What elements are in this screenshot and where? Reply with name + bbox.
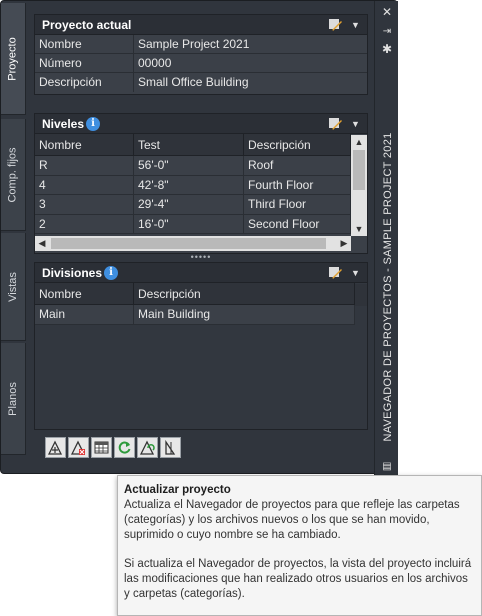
auto-hide-icon[interactable]: ⇥ <box>380 24 394 38</box>
cell: 3 <box>35 195 134 214</box>
tab-comp-fijos[interactable]: Comp. fijos <box>1 119 26 231</box>
column-header[interactable]: Nombre <box>35 134 134 155</box>
current-project-section: Proyecto actual ▼ Nombre Sample Project 2… <box>34 14 368 95</box>
property-key: Descripción <box>35 73 134 92</box>
menu-icon[interactable]: ▤ <box>380 459 394 473</box>
cell: Fourth Floor <box>244 175 351 194</box>
add-level-icon <box>47 440 63 455</box>
property-value[interactable]: Sample Project 2021 <box>134 35 367 53</box>
table-row[interactable]: 3 29'-4" Third Floor <box>35 195 351 215</box>
cell: 2 <box>35 214 134 233</box>
elevation-button[interactable] <box>160 437 181 458</box>
tooltip-title: Actualizar proyecto <box>124 484 231 496</box>
levels-header: Niveles i ▼ <box>35 114 367 134</box>
divisions-table-header: Nombre Descripción <box>35 283 355 305</box>
cell: 29'-4" <box>134 195 244 214</box>
repath-button[interactable] <box>137 437 158 458</box>
edit-icon[interactable] <box>327 17 343 33</box>
chevron-down-icon[interactable]: ▼ <box>351 119 361 129</box>
cell: R <box>35 156 134 175</box>
refresh-icon <box>118 441 131 454</box>
cell: 16'-0" <box>134 214 244 233</box>
table-button[interactable] <box>91 437 112 458</box>
info-icon[interactable]: i <box>104 265 119 280</box>
scroll-up-icon[interactable]: ▲ <box>351 135 367 149</box>
cell: Second Floor <box>244 214 351 233</box>
scroll-thumb[interactable] <box>353 150 365 190</box>
table-row[interactable]: 4 42'-8" Fourth Floor <box>35 175 351 195</box>
current-project-header: Proyecto actual ▼ <box>35 15 367 35</box>
bottom-toolbar <box>45 437 181 458</box>
levels-table-header: Nombre Test Descripción <box>35 134 351 156</box>
scroll-left-icon[interactable]: ◀ <box>35 236 49 251</box>
panel-splitter[interactable]: ••••• <box>34 253 368 262</box>
section-title: Niveles <box>42 116 85 131</box>
elevation-icon <box>165 439 176 455</box>
palette-content: Proyecto actual ▼ Nombre Sample Project 2… <box>26 3 374 471</box>
project-navigator-palette: Proyecto Comp. fijos Vistas Planos Proye… <box>0 0 398 475</box>
palette-title: NAVEGADOR DE PROYECTOS - SAMPLE PROJECT … <box>382 132 394 442</box>
property-row: Descripción Small Office Building <box>35 73 367 92</box>
section-title: Proyecto actual <box>42 17 132 32</box>
cell: 42'-8" <box>134 175 244 194</box>
cell: Third Floor <box>244 195 351 214</box>
delete-level-button[interactable] <box>68 437 89 458</box>
cell: Roof <box>244 156 351 175</box>
levels-vertical-scrollbar[interactable]: ▲ ▼ <box>351 135 367 236</box>
delete-level-icon <box>70 440 86 455</box>
header-filler <box>355 284 367 306</box>
property-row: Nombre Sample Project 2021 <box>35 35 367 54</box>
chevron-down-icon[interactable]: ▼ <box>351 20 361 30</box>
table-row[interactable]: Main Main Building <box>35 305 355 325</box>
section-title: Divisiones <box>42 265 103 280</box>
refresh-tooltip: Actualizar proyecto Actualiza el Navegad… <box>117 475 482 616</box>
levels-section: Niveles i ▼ Nombre Test Descripción R 56'… <box>34 113 368 254</box>
property-row: Número 00000 <box>35 54 367 73</box>
edit-icon[interactable] <box>327 116 343 132</box>
tab-label: Vistas <box>7 271 20 302</box>
column-header[interactable]: Descripción <box>134 283 355 304</box>
palette-title-bar[interactable]: ✕ ⇥ ✱ NAVEGADOR DE PROYECTOS - SAMPLE PR… <box>374 1 398 475</box>
scroll-down-icon[interactable]: ▼ <box>351 222 367 236</box>
tab-vistas[interactable]: Vistas <box>1 233 26 341</box>
add-level-button[interactable] <box>45 437 66 458</box>
scroll-thumb[interactable] <box>51 238 326 249</box>
column-header[interactable]: Test <box>134 134 244 155</box>
tab-label: Planos <box>7 381 20 416</box>
divisions-header: Divisiones i ▼ <box>35 263 367 283</box>
levels-horizontal-scrollbar[interactable]: ◀ ▶ <box>35 236 351 251</box>
cell: Main Building <box>134 305 355 324</box>
repath-icon <box>139 440 155 455</box>
table-icon <box>94 441 109 454</box>
tab-planos[interactable]: Planos <box>1 343 26 455</box>
property-value[interactable]: 00000 <box>134 54 367 72</box>
info-icon[interactable]: i <box>86 116 101 131</box>
chevron-down-icon[interactable]: ▼ <box>351 268 361 278</box>
property-key: Número <box>35 54 134 72</box>
cell: Main <box>35 305 134 324</box>
scroll-right-icon[interactable]: ▶ <box>337 236 351 251</box>
refresh-button[interactable] <box>114 437 135 458</box>
column-header[interactable]: Descripción <box>244 134 351 155</box>
column-header[interactable]: Nombre <box>35 283 134 304</box>
tab-label: Proyecto <box>7 36 20 81</box>
tooltip-description: Actualiza el Navegador de proyectos para… <box>124 499 460 541</box>
cell: 56'-0" <box>134 156 244 175</box>
tab-label: Comp. fijos <box>7 146 19 203</box>
cell: 4 <box>35 175 134 194</box>
table-row[interactable]: 2 16'-0" Second Floor <box>35 214 351 234</box>
tab-proyecto[interactable]: Proyecto <box>1 3 26 115</box>
gear-icon[interactable]: ✱ <box>380 42 394 56</box>
table-row[interactable]: R 56'-0" Roof <box>35 156 351 176</box>
close-icon[interactable]: ✕ <box>380 5 394 19</box>
tooltip-note: Si actualiza el Navegador de proyectos, … <box>124 558 472 600</box>
property-value[interactable]: Small Office Building <box>134 73 367 92</box>
divisions-section: Divisiones i ▼ Nombre Descripción Main Ma… <box>34 262 368 430</box>
property-key: Nombre <box>35 35 134 53</box>
edit-icon[interactable] <box>327 265 343 281</box>
